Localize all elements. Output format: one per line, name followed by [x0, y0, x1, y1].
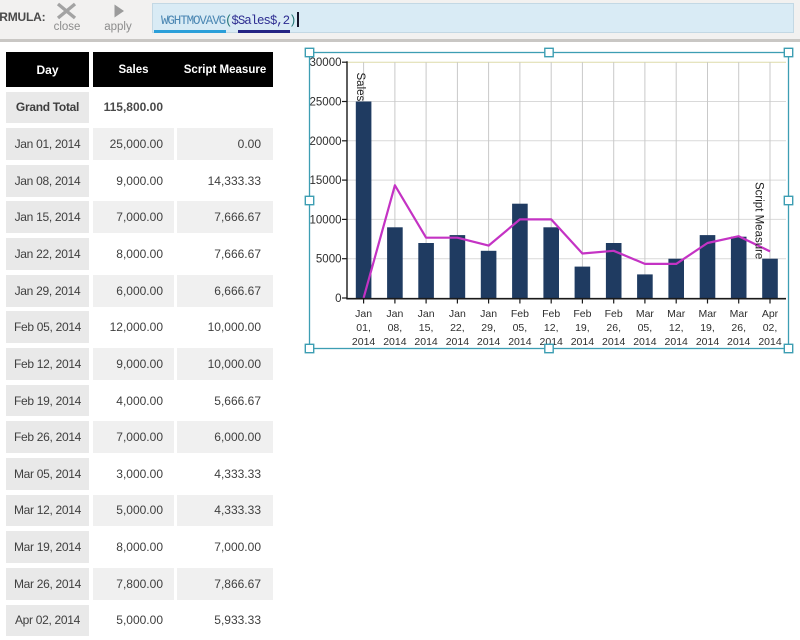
svg-text:Mar19,2014: Mar19,2014	[696, 308, 720, 348]
svg-text:Apr02,2014: Apr02,2014	[758, 308, 782, 348]
svg-text:15000: 15000	[310, 175, 342, 187]
svg-text:Feb12,2014: Feb12,2014	[540, 308, 564, 348]
svg-text:30000: 30000	[310, 57, 342, 69]
svg-text:Jan29,2014: Jan29,2014	[477, 308, 501, 348]
svg-text:Mar05,2014: Mar05,2014	[633, 308, 657, 348]
svg-text:Feb05,2014: Feb05,2014	[508, 308, 532, 348]
svg-text:Mar26,2014: Mar26,2014	[727, 308, 751, 348]
svg-text:25000: 25000	[310, 97, 342, 109]
svg-text:Sales: Sales	[354, 73, 366, 102]
svg-text:Jan22,2014: Jan22,2014	[446, 308, 470, 348]
svg-text:20000: 20000	[310, 136, 342, 148]
svg-text:Script Measure: Script Measure	[753, 182, 765, 259]
svg-text:Feb19,2014: Feb19,2014	[571, 308, 595, 348]
svg-text:Jan15,2014: Jan15,2014	[414, 308, 438, 348]
svg-text:Jan08,2014: Jan08,2014	[383, 308, 407, 348]
svg-text:Feb26,2014: Feb26,2014	[602, 308, 626, 348]
svg-text:Mar12,2014: Mar12,2014	[665, 308, 689, 348]
svg-text:Jan01,2014: Jan01,2014	[352, 308, 376, 348]
svg-text:5000: 5000	[316, 254, 342, 266]
svg-text:0: 0	[335, 293, 341, 305]
svg-text:10000: 10000	[310, 214, 342, 226]
